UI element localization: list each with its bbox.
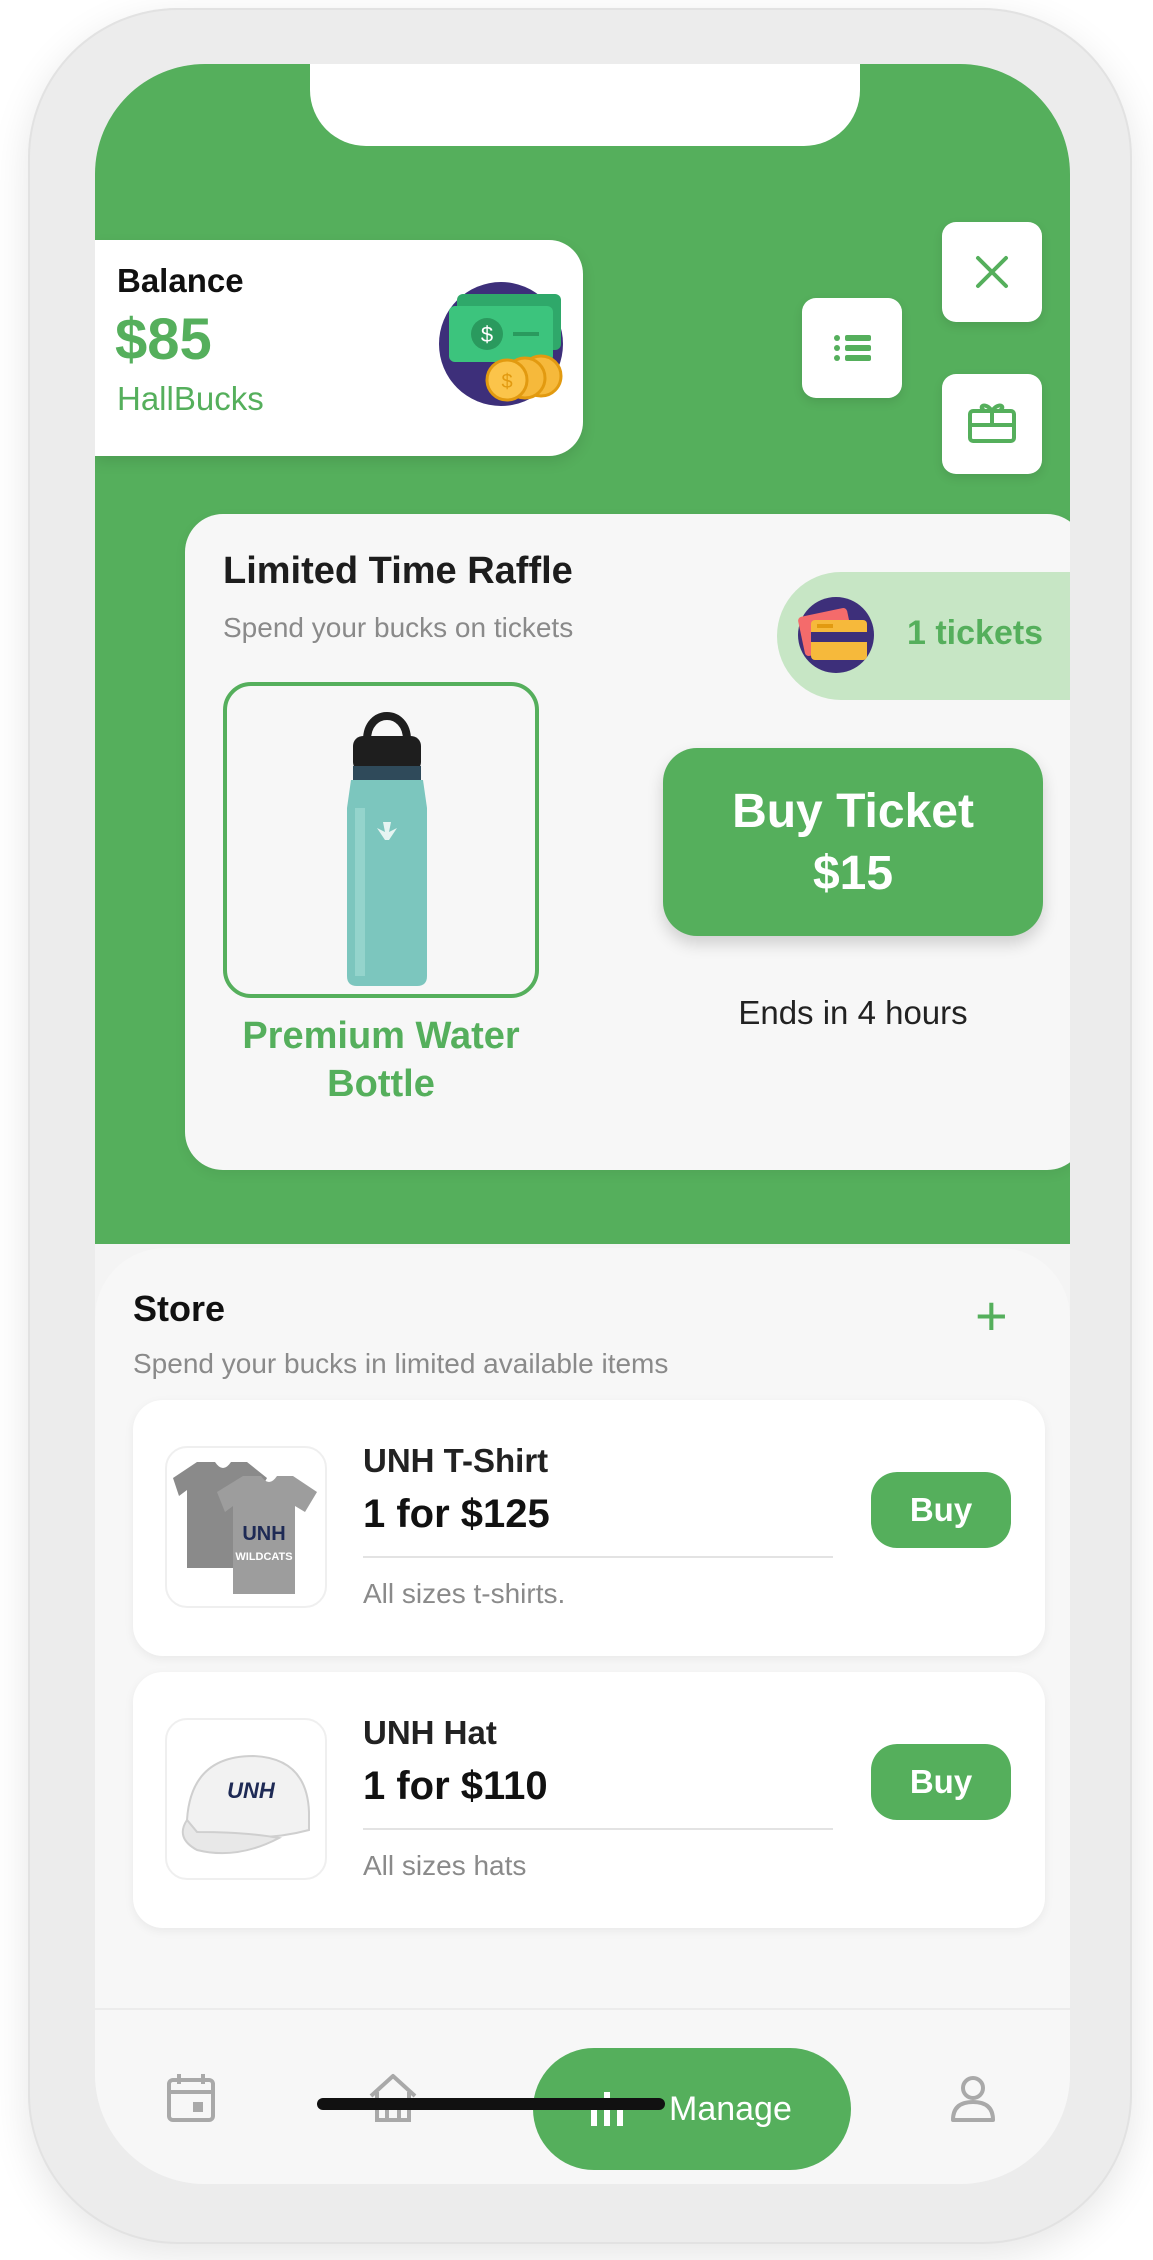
device-notch <box>310 64 860 146</box>
svg-text:UNH: UNH <box>227 1778 276 1803</box>
raffle-countdown: Ends in 4 hours <box>738 994 968 1031</box>
store-item-card: UNH WILDCATS UNH T-Shirt 1 for $125 All … <box>133 1400 1045 1656</box>
balance-value: $85 <box>115 307 212 372</box>
ticket-icon <box>798 597 874 673</box>
store-title: Store <box>133 1288 226 1329</box>
item-description: All sizes t-shirts. <box>363 1578 566 1609</box>
item-thumbnail: UNH WILDCATS <box>165 1446 327 1608</box>
svg-text:UNH: UNH <box>242 1523 285 1545</box>
close-icon <box>976 256 1008 288</box>
store-item-card: UNH UNH Hat 1 for $110 All sizes hats Bu… <box>133 1672 1045 1928</box>
add-item-button[interactable]: + <box>975 1288 1008 1344</box>
nav-manage-label: Manage <box>669 2090 792 2128</box>
buy-hat-button[interactable]: Buy <box>871 1744 1011 1820</box>
item-divider <box>363 1556 833 1558</box>
buy-ticket-button[interactable]: Buy Ticket $15 <box>663 748 1043 936</box>
calendar-icon <box>167 2074 215 2122</box>
gift-card-button[interactable] <box>942 374 1042 474</box>
item-thumbnail: UNH <box>165 1718 327 1880</box>
nav-profile-button[interactable] <box>945 2070 1001 2126</box>
hat-image: UNH <box>181 1754 310 1855</box>
item-name: UNH Hat <box>363 1714 497 1751</box>
svg-text:$: $ <box>481 322 493 347</box>
prize-name: Premium Water Bottle <box>242 1015 520 1105</box>
balance-card: Balance $85 HallBucks $ $ <box>95 240 583 456</box>
balance-unit: HallBucks <box>117 380 264 417</box>
tickets-count: 1 tickets <box>907 614 1044 652</box>
raffle-card: Limited Time Raffle Spend your bucks on … <box>185 514 1070 1170</box>
raffle-title: Limited Time Raffle <box>223 550 573 592</box>
water-bottle-image <box>347 712 427 986</box>
svg-text:WILDCATS: WILDCATS <box>235 1551 292 1563</box>
store-subtitle: Spend your bucks in limited available it… <box>133 1348 669 1379</box>
item-description: All sizes hats <box>363 1850 527 1881</box>
item-name: UNH T-Shirt <box>363 1442 549 1479</box>
home-indicator[interactable] <box>317 2098 665 2110</box>
prize-image-frame[interactable] <box>223 682 539 998</box>
store-section: Store Spend your bucks in limited availa… <box>95 1248 1070 2008</box>
buy-tshirt-button[interactable]: Buy <box>871 1472 1011 1548</box>
menu-list-button[interactable] <box>802 298 902 398</box>
list-icon <box>834 335 871 361</box>
gift-icon <box>968 403 1016 443</box>
profile-icon <box>951 2076 995 2122</box>
item-price: 1 for $125 <box>363 1492 550 1536</box>
money-icon: $ $ <box>439 282 563 406</box>
buy-ticket-price: $15 <box>812 847 894 900</box>
buy-ticket-label: Buy Ticket <box>732 785 974 838</box>
nav-calendar-button[interactable] <box>163 2070 219 2126</box>
close-button[interactable] <box>942 222 1042 322</box>
balance-label: Balance <box>117 262 244 299</box>
tickets-count-badge: 1 tickets <box>777 572 1070 700</box>
bottom-navigation: Manage <box>95 2008 1070 2184</box>
item-price: 1 for $110 <box>363 1764 548 1808</box>
tshirt-image: UNH WILDCATS <box>173 1462 317 1594</box>
item-divider <box>363 1828 833 1830</box>
app-screen: Balance $85 HallBucks $ $ Limited Time R… <box>95 64 1070 2184</box>
svg-text:$: $ <box>501 371 512 393</box>
raffle-subtitle: Spend your bucks on tickets <box>223 612 574 643</box>
